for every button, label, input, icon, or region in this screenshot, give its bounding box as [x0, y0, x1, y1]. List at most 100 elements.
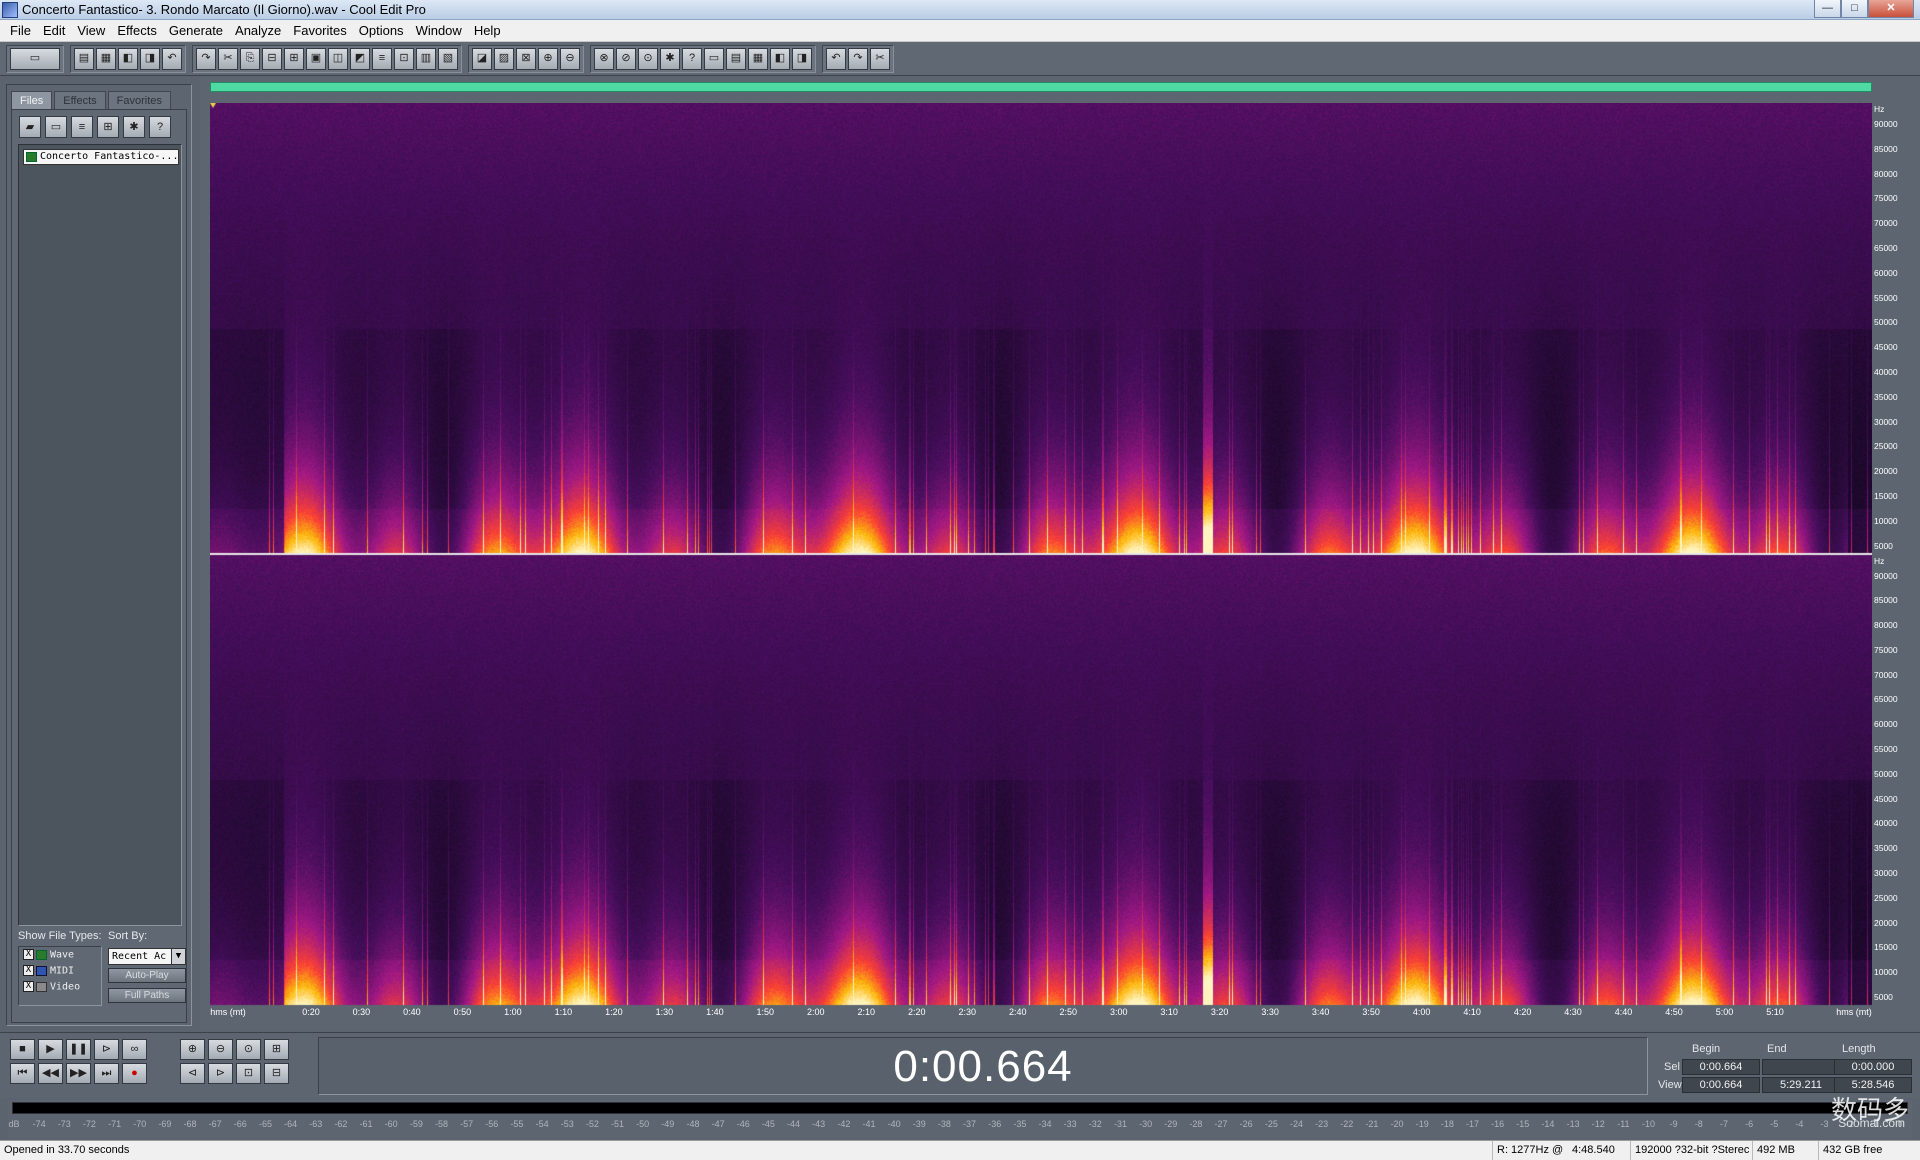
- zoom-in-icon[interactable]: ⊕: [180, 1039, 205, 1060]
- tab-files[interactable]: Files: [11, 91, 53, 109]
- pause-icon[interactable]: ❚❚: [66, 1039, 91, 1060]
- type-wave-checkbox[interactable]: X Wave: [23, 949, 74, 963]
- minimize-button[interactable]: —: [1814, 0, 1841, 18]
- zoom-left-icon[interactable]: ⊲: [180, 1063, 205, 1084]
- paste-icon[interactable]: ▣: [306, 47, 326, 70]
- sel-length-field[interactable]: 0:00.000: [1834, 1059, 1912, 1075]
- show-grid-icon[interactable]: ⊖: [560, 47, 580, 70]
- tab-effects[interactable]: Effects: [54, 91, 106, 109]
- save-icon[interactable]: ◧: [118, 47, 138, 70]
- paste-new-icon[interactable]: ◫: [328, 47, 348, 70]
- crop-icon[interactable]: ⊡: [394, 47, 414, 70]
- context-help-icon[interactable]: ↷: [848, 47, 868, 70]
- fast-forward-icon[interactable]: ▶▶: [66, 1063, 91, 1084]
- menu-view[interactable]: View: [71, 23, 111, 38]
- repeat-icon[interactable]: ⎘: [240, 47, 260, 70]
- spectral-view[interactable]: [210, 103, 1872, 1006]
- zoom-vertical-out-icon[interactable]: ⊟: [264, 1063, 289, 1084]
- frequency-tick-label: 80000: [1874, 168, 1898, 179]
- play-icon[interactable]: ▶: [38, 1039, 63, 1060]
- list-item[interactable]: Concerto Fantastico-...: [23, 149, 179, 165]
- sel-end-field[interactable]: [1762, 1059, 1840, 1075]
- record-icon[interactable]: ●: [122, 1063, 147, 1084]
- frequency-ruler: Hz 90000 85000 80000 75000 70000 65000 60000 550…: [1872, 103, 1916, 1006]
- cut-icon[interactable]: ⊞: [284, 47, 304, 70]
- menu-generate[interactable]: Generate: [163, 23, 229, 38]
- menu-help[interactable]: Help: [468, 23, 507, 38]
- zoom-vertical-in-icon[interactable]: ⊞: [264, 1039, 289, 1060]
- chevron-down-icon[interactable]: ▼: [171, 949, 185, 964]
- go-to-end-icon[interactable]: ⏭: [94, 1063, 119, 1084]
- metadata-icon[interactable]: ⊘: [616, 47, 636, 70]
- meter-tick-label: -68: [183, 1119, 197, 1129]
- zero-cross-icon[interactable]: ▧: [438, 47, 458, 70]
- copy-icon[interactable]: ⊟: [262, 47, 282, 70]
- waveform-view-icon[interactable]: ▨: [494, 47, 514, 70]
- options-icon[interactable]: ✱: [123, 116, 145, 138]
- stop-icon[interactable]: ■: [10, 1039, 35, 1060]
- redo-icon[interactable]: ✂: [218, 47, 238, 70]
- view-begin-field[interactable]: 0:00.664: [1682, 1077, 1760, 1093]
- zoom-out-icon[interactable]: ⊖: [208, 1039, 233, 1060]
- menu-options[interactable]: Options: [353, 23, 410, 38]
- menu-window[interactable]: Window: [410, 23, 468, 38]
- settings-icon[interactable]: ◨: [792, 47, 812, 70]
- go-to-start-icon[interactable]: ⏮: [10, 1063, 35, 1084]
- zoom-selection-icon[interactable]: ⊡: [236, 1063, 261, 1084]
- maximize-button[interactable]: □: [1841, 0, 1868, 18]
- undo-icon[interactable]: ↷: [196, 47, 216, 70]
- rewind-icon[interactable]: ◀◀: [38, 1063, 63, 1084]
- meter-tick-label: -22: [1340, 1119, 1354, 1129]
- type-midi-checkbox[interactable]: X MIDI: [23, 965, 74, 979]
- time-tick-label: 1:20: [605, 1007, 623, 1017]
- insert-icon[interactable]: ≡: [71, 116, 93, 138]
- scripts-icon[interactable]: ⊙: [638, 47, 658, 70]
- full-paths-button[interactable]: Full Paths: [108, 988, 186, 1003]
- play-list-icon[interactable]: ✱: [660, 47, 680, 70]
- spectral-view-icon[interactable]: ◪: [472, 47, 492, 70]
- main-toolbar: ▭ ▤ ▦ ◧ ◨ ↶ ↷ ✂ ⎘ ⊟ ⊞ ▣ ◫ ◩ ≡ ⊡ ▥ ▧ ◪ ▨ ⊠ ⊕ ⊖ ⊗ ⊘ ⊙ ✱? ▭ ▤ ▦ ◧ ◨ ↶ ↷ ✂: [0, 42, 1920, 76]
- overview-bar[interactable]: [210, 82, 1872, 92]
- open-icon[interactable]: ▦: [96, 47, 116, 70]
- begin-header: Begin: [1692, 1043, 1721, 1055]
- type-video-checkbox[interactable]: X Video: [23, 981, 80, 995]
- menu-effects[interactable]: Effects: [111, 23, 163, 38]
- menu-edit[interactable]: Edit: [37, 23, 71, 38]
- zoom-right-icon[interactable]: ⊳: [208, 1063, 233, 1084]
- auto-play-button[interactable]: Auto-Play: [108, 968, 186, 983]
- sort-by-select[interactable]: Recent Ac ▼: [108, 948, 186, 965]
- cd-icon[interactable]: ⊗: [594, 47, 614, 70]
- silence-icon[interactable]: ▥: [416, 47, 436, 70]
- help-icon[interactable]: ✂: [870, 47, 890, 70]
- tab-favorites[interactable]: Favorites: [107, 91, 171, 109]
- settings-gear-icon[interactable]: ↶: [826, 47, 846, 70]
- close-file-icon[interactable]: ▭: [45, 116, 67, 138]
- cue-list-icon[interactable]: ?: [682, 47, 702, 70]
- sel-begin-field[interactable]: 0:00.664: [1682, 1059, 1760, 1075]
- close-button[interactable]: ✕: [1868, 0, 1914, 18]
- spectral-phase-icon[interactable]: ⊕: [538, 47, 558, 70]
- spectral-pan-icon[interactable]: ⊠: [516, 47, 536, 70]
- save-all-icon[interactable]: ◨: [140, 47, 160, 70]
- zoom-full-icon[interactable]: ⊙: [236, 1039, 261, 1060]
- markers-icon[interactable]: ▦: [748, 47, 768, 70]
- mix-paste-icon[interactable]: ◩: [350, 47, 370, 70]
- close-file-icon[interactable]: ↶: [162, 47, 182, 70]
- import-icon[interactable]: ⊞: [97, 116, 119, 138]
- time-display: 0:00.664: [318, 1037, 1648, 1095]
- open-folder-icon[interactable]: ▰: [19, 116, 41, 138]
- frequency-icon[interactable]: ▤: [726, 47, 746, 70]
- loop-icon[interactable]: ∞: [122, 1039, 147, 1060]
- menu-favorites[interactable]: Favorites: [287, 23, 352, 38]
- meter-tick-label: -28: [1189, 1119, 1203, 1129]
- meter-tick-label: -54: [535, 1119, 549, 1129]
- info-icon[interactable]: ◧: [770, 47, 790, 70]
- trim-icon[interactable]: ≡: [372, 47, 392, 70]
- help-icon[interactable]: ?: [149, 116, 171, 138]
- menu-file[interactable]: File: [4, 23, 37, 38]
- menu-analyze[interactable]: Analyze: [229, 23, 287, 38]
- play-to-end-icon[interactable]: ⊳: [94, 1039, 119, 1060]
- new-icon[interactable]: ▤: [74, 47, 94, 70]
- time-window-icon[interactable]: ▭: [704, 47, 724, 70]
- multitrack-toggle-icon[interactable]: ▭: [10, 47, 60, 70]
